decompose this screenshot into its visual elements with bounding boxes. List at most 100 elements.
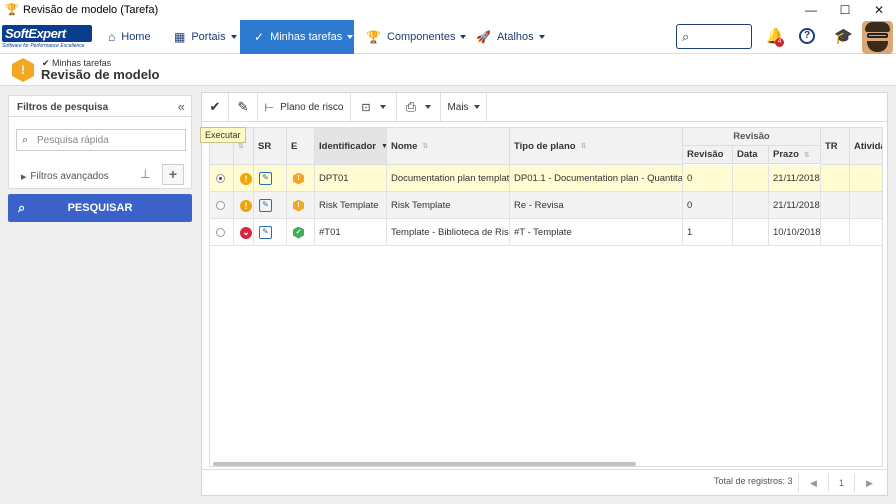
- col-sr[interactable]: SR: [254, 128, 287, 165]
- cell-name: Documentation plan template: [387, 165, 510, 192]
- softexpert-logo[interactable]: SoftExpert Software for Performance Exce…: [2, 25, 92, 51]
- cell-activity: [850, 165, 882, 192]
- window-title: Revisão de modelo (Tarefa): [23, 4, 159, 16]
- row-radio[interactable]: [216, 174, 225, 183]
- cell-id: Risk Template: [315, 192, 387, 219]
- edit-doc-icon[interactable]: ✎: [259, 199, 272, 212]
- user-avatar[interactable]: [862, 21, 893, 54]
- col-identificador-label: Identificador: [319, 140, 377, 152]
- col-tipo-plano-label: Tipo de plano: [514, 140, 576, 152]
- eye-icon: ⊡: [361, 101, 371, 114]
- maximize-button[interactable]: ☐: [828, 0, 862, 20]
- edit-button[interactable]: ✎: [229, 93, 258, 121]
- printer-icon: ⎙: [405, 99, 417, 114]
- execute-button[interactable]: ✔: [202, 93, 229, 121]
- cell-tr: [821, 192, 850, 219]
- chevron-right-icon: ▶: [21, 174, 27, 181]
- grid-card: ✔ ✎ ⊢ Plano de risco ⊡ ⎙ Mais ⇅ SR E Iden…: [201, 92, 888, 496]
- add-filter-button[interactable]: +: [162, 164, 184, 185]
- cell-deadline: 21/11/2018: [769, 165, 821, 192]
- col-tipo-plano[interactable]: Tipo de plano ⇅: [510, 128, 683, 165]
- warning-icon: !: [240, 199, 252, 212]
- close-button[interactable]: ✕: [862, 0, 896, 20]
- pencil-icon: ✎: [237, 99, 249, 114]
- chevron-down-icon: [538, 35, 545, 39]
- col-atividade[interactable]: Atividade: [850, 128, 882, 165]
- view-button[interactable]: ⊡: [351, 93, 397, 121]
- col-prazo[interactable]: Prazo ⇅: [769, 146, 821, 164]
- grid-footer: Total de registros: 3 ◀ 1 ▶: [202, 469, 887, 495]
- col-data[interactable]: Data: [733, 146, 769, 164]
- row-radio[interactable]: [216, 228, 225, 237]
- risk-plan-label: Plano de risco: [280, 101, 344, 113]
- quick-search-input[interactable]: ⌕ Pesquisa rápida: [16, 129, 186, 151]
- global-search-input[interactable]: ⌕: [676, 24, 752, 49]
- home-icon: ⌂: [108, 30, 116, 44]
- col-e[interactable]: E: [287, 128, 315, 165]
- trophy-icon: 🏆: [366, 30, 381, 44]
- next-page-button[interactable]: ▶: [854, 474, 884, 492]
- table-row[interactable]: ! ✎ ! Risk Template Risk Template Re - R…: [210, 192, 882, 219]
- check-icon: ✓: [254, 30, 265, 44]
- graduation-cap-icon[interactable]: 🎓: [834, 27, 853, 45]
- sort-icon: ⇅: [803, 151, 810, 159]
- more-button[interactable]: Mais: [441, 93, 487, 121]
- col-group-revisao-label: Revisão: [733, 131, 770, 142]
- more-label: Mais: [447, 101, 469, 113]
- chevron-down-icon: [460, 35, 467, 39]
- nav-atalhos-label: Atalhos: [496, 31, 534, 43]
- nav-portais[interactable]: ▦ Portais: [166, 20, 238, 54]
- horizontal-scrollbar[interactable]: [213, 462, 636, 466]
- window-controls: — ☐ ✕: [794, 0, 896, 20]
- cell-date: [733, 219, 769, 246]
- cell-name: Risk Template: [387, 192, 510, 219]
- cell-id: #T01: [315, 219, 387, 246]
- col-revisao[interactable]: Revisão: [683, 146, 733, 164]
- print-button[interactable]: ⎙: [397, 93, 441, 121]
- logo-tagline: Software for Performance Excellence: [2, 43, 85, 49]
- cell-plan-type: #T - Template: [510, 219, 683, 246]
- col-tr[interactable]: TR: [821, 128, 850, 165]
- chevron-down-icon: [379, 105, 386, 109]
- table-row[interactable]: ⌄ ✎ ✓ #T01 Template - Biblioteca de Risc…: [210, 219, 882, 246]
- col-tr-label: TR: [825, 140, 838, 152]
- advanced-filters-toggle[interactable]: ▶ Filtros avançados: [21, 171, 109, 182]
- trophy-icon: 🏆: [5, 4, 19, 16]
- col-nome[interactable]: Nome ⇅: [387, 128, 510, 165]
- cell-tr: [821, 165, 850, 192]
- risk-plan-button[interactable]: ⊢ Plano de risco: [258, 93, 351, 121]
- page-number[interactable]: 1: [828, 474, 854, 492]
- table-row[interactable]: ! ✎ ! DPT01 Documentation plan template …: [210, 165, 882, 192]
- clear-filter-icon[interactable]: ⊥: [140, 167, 150, 181]
- total-records: Total de registros: 3: [714, 476, 793, 486]
- prev-page-button[interactable]: ◀: [798, 474, 828, 492]
- nav-home[interactable]: ⌂ Home: [100, 20, 160, 54]
- sort-icon: ⇅: [422, 143, 429, 150]
- filter-panel-title: Filtros de pesquisa: [17, 102, 109, 113]
- tasks-grid: ⇅ SR E Identificador ▼ Nome ⇅ Tipo de plan…: [209, 127, 883, 467]
- filter-sidebar: Filtros de pesquisa « ⌕ Pesquisa rápida …: [0, 86, 200, 504]
- cell-id: DPT01: [315, 165, 387, 192]
- minimize-button[interactable]: —: [794, 0, 828, 20]
- search-button[interactable]: ⌕ PESQUISAR: [8, 194, 192, 222]
- cell-plan-type: Re - Revisa: [510, 192, 683, 219]
- nav-minhas-tarefas-label: Minhas tarefas: [270, 31, 343, 43]
- row-radio[interactable]: [216, 201, 225, 210]
- advanced-filters-label: Filtros avançados: [30, 171, 109, 182]
- page-title: Revisão de modelo: [41, 67, 160, 82]
- col-identificador[interactable]: Identificador ▼: [315, 128, 388, 165]
- search-icon: ⌕: [682, 29, 690, 44]
- search-icon: ⌕: [22, 134, 29, 146]
- nav-atalhos[interactable]: 🚀 Atalhos: [468, 20, 548, 54]
- chevron-down-icon: [230, 35, 237, 39]
- edit-doc-icon[interactable]: ✎: [259, 226, 272, 239]
- collapse-icon[interactable]: «: [178, 99, 185, 114]
- nav-minhas-tarefas[interactable]: ✓ Minhas tarefas: [240, 20, 354, 54]
- top-navigation: SoftExpert Software for Performance Exce…: [0, 20, 896, 54]
- hierarchy-icon: ⊢: [264, 101, 275, 114]
- col-sr-label: SR: [258, 140, 272, 152]
- cell-name: Template - Biblioteca de Risco: [387, 219, 510, 246]
- nav-componentes[interactable]: 🏆 Componentes: [358, 20, 467, 54]
- edit-doc-icon[interactable]: ✎: [259, 172, 272, 185]
- help-icon[interactable]: ?: [799, 28, 815, 44]
